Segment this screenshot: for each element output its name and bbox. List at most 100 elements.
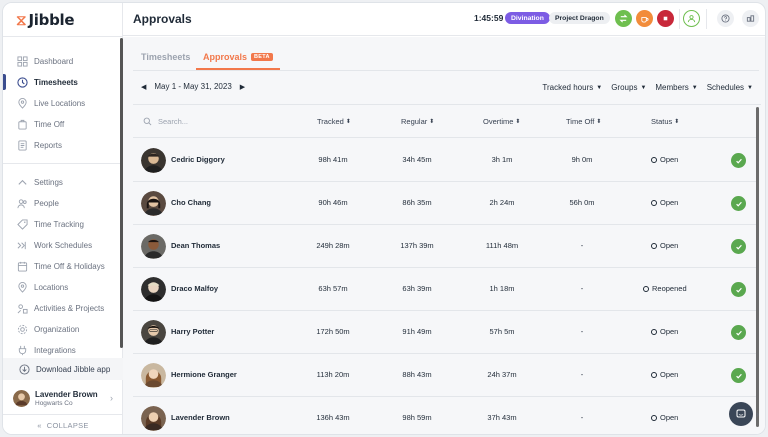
checkmark-icon	[735, 201, 742, 207]
project-chip[interactable]: Project Dragon	[549, 12, 610, 24]
chevron-right-icon[interactable]: ›	[756, 409, 759, 419]
chat-icon	[736, 409, 746, 418]
user-name: Lavender Brown	[35, 389, 98, 399]
approve-button[interactable]	[731, 282, 746, 297]
sort-icon: ⬍	[429, 119, 435, 125]
table-row[interactable]: Harry Potter 172h 50m 91h 49m 57h 5m - O…	[133, 311, 759, 354]
grid-icon	[17, 55, 28, 67]
clock-icon	[17, 76, 28, 88]
search-input[interactable]	[158, 117, 218, 126]
tracked-value: 63h 57m	[318, 284, 348, 293]
table-header: Tracked⬍ Regular⬍ Overtime⬍ Time Off⬍ St…	[133, 105, 759, 138]
column-header-time-off[interactable]: Time Off ⬍	[566, 117, 601, 126]
approve-button[interactable]	[731, 196, 746, 211]
avatar	[141, 234, 166, 259]
filter-groups[interactable]: Groups ▼	[611, 83, 646, 92]
tab-timesheets[interactable]: Timesheets	[141, 52, 190, 62]
sidebar-item-locations[interactable]: Locations	[17, 280, 68, 294]
swap-icon	[619, 14, 628, 23]
approve-button[interactable]	[731, 239, 746, 254]
checkmark-icon	[735, 244, 742, 250]
column-label: Overtime	[483, 117, 514, 126]
column-header-overtime[interactable]: Overtime ⬍	[483, 117, 520, 126]
sidebar-item-dashboard[interactable]: Dashboard	[17, 54, 73, 68]
tab-approvals-label: Approvals	[203, 52, 248, 62]
sidebar-item-work-schedules[interactable]: Work Schedules	[17, 238, 92, 252]
sidebar-item-reports[interactable]: Reports	[17, 138, 62, 152]
filter-members[interactable]: Members ▼	[655, 83, 697, 92]
table-scrollbar[interactable]	[756, 107, 759, 427]
overtime-value: 37h 43m	[487, 413, 517, 422]
column-header-status[interactable]: Status ⬍	[651, 117, 679, 126]
sidebar-item-label: Settings	[34, 177, 63, 187]
time-off-value: -	[580, 370, 584, 379]
sidebar-item-people[interactable]: People	[17, 196, 59, 210]
date-navigator: ◀ May 1 - May 31, 2023 ▶	[141, 82, 245, 91]
switch-activity-button[interactable]	[615, 10, 632, 27]
sidebar-item-settings[interactable]: Settings	[17, 175, 63, 189]
sidebar-item-time-off[interactable]: Time Off	[17, 117, 64, 131]
sidebar-item-timesheets[interactable]: Timesheets	[17, 75, 78, 89]
tracked-value: 249h 28m	[316, 241, 350, 250]
sidebar-item-live-locations[interactable]: Live Locations	[17, 96, 85, 110]
activities-icon	[17, 303, 28, 314]
avatar	[141, 406, 166, 431]
regular-value: 34h 45m	[402, 155, 432, 164]
activity-chip[interactable]: Divination	[505, 12, 550, 24]
approve-button[interactable]	[731, 368, 746, 383]
double-chevron-left-icon: «	[37, 421, 42, 430]
sort-icon: ⬍	[345, 119, 351, 125]
table-row[interactable]: Draco Malfoy 63h 57m 63h 39m 1h 18m - Re…	[133, 268, 759, 311]
status-label: Open	[660, 413, 679, 422]
regular-value: 86h 35m	[402, 198, 432, 207]
prev-period-icon[interactable]: ◀	[141, 83, 146, 91]
download-app-label: Download Jibble app	[36, 364, 111, 374]
status-label: Open	[660, 327, 679, 336]
caret-down-icon: ▼	[691, 84, 698, 91]
table-row[interactable]: Hermione Granger 113h 20m 88h 43m 24h 37…	[133, 354, 759, 397]
help-button[interactable]	[717, 10, 734, 27]
checkmark-icon	[735, 330, 742, 336]
header-divider	[679, 9, 680, 29]
apps-button[interactable]	[742, 10, 759, 27]
next-period-icon[interactable]: ▶	[240, 83, 245, 91]
sidebar-item-label: Integrations	[34, 345, 76, 355]
sidebar-item-integrations[interactable]: Integrations	[17, 343, 76, 357]
status-open-icon	[651, 371, 657, 378]
table-row[interactable]: Dean Thomas 249h 28m 137h 39m 111h 48m -…	[133, 225, 759, 268]
avatar	[13, 389, 30, 407]
logo-text: Jibble	[28, 11, 75, 29]
column-header-regular[interactable]: Regular ⬍	[401, 117, 434, 126]
current-user[interactable]: Lavender Brown Hogwarts Co ›	[3, 383, 123, 413]
approve-button[interactable]	[731, 325, 746, 340]
sidebar-item-organization[interactable]: Organization	[17, 322, 79, 336]
logo[interactable]: ⧖ Jibble	[16, 11, 75, 29]
break-button[interactable]	[636, 10, 653, 27]
overtime-value: 111h 48m	[485, 241, 519, 250]
time-off-value: 56h 0m	[569, 198, 595, 207]
sidebar-item-time-off-holidays[interactable]: Time Off & Holidays	[17, 259, 105, 273]
tab-divider	[133, 70, 759, 71]
sidebar-item-time-tracking[interactable]: Time Tracking	[17, 217, 84, 231]
clock-in-user-button[interactable]	[683, 10, 700, 27]
sidebar-item-activities-projects[interactable]: Activities & Projects	[17, 301, 104, 315]
tab-approvals[interactable]: Approvals BETA	[203, 52, 273, 62]
chat-support-button[interactable]	[729, 402, 753, 426]
status-badge: Open	[651, 413, 678, 422]
column-header-tracked[interactable]: Tracked ⬍	[317, 117, 351, 126]
sidebar-item-label: Locations	[34, 282, 69, 292]
filter-tracked-hours[interactable]: Tracked hours ▼	[542, 83, 602, 92]
status-badge: Open	[651, 198, 678, 207]
approve-button[interactable]	[731, 153, 746, 168]
table-row[interactable]: Cho Chang 90h 46m 86h 35m 2h 24m 56h 0m …	[133, 182, 759, 225]
status-label: Open	[660, 198, 679, 207]
collapse-button[interactable]: « COLLAPSE	[3, 414, 123, 434]
table-row[interactable]: Cedric Diggory 98h 41m 34h 45m 3h 1m 9h …	[133, 139, 759, 182]
download-app-button[interactable]: Download Jibble app	[3, 358, 123, 380]
stop-button[interactable]	[657, 10, 674, 27]
status-open-icon	[651, 242, 657, 249]
date-range[interactable]: May 1 - May 31, 2023	[154, 82, 231, 91]
table-row[interactable]: Lavender Brown 136h 43m 98h 59m 37h 43m …	[133, 397, 759, 434]
document-icon	[17, 139, 28, 151]
filter-schedules[interactable]: Schedules ▼	[707, 83, 753, 92]
